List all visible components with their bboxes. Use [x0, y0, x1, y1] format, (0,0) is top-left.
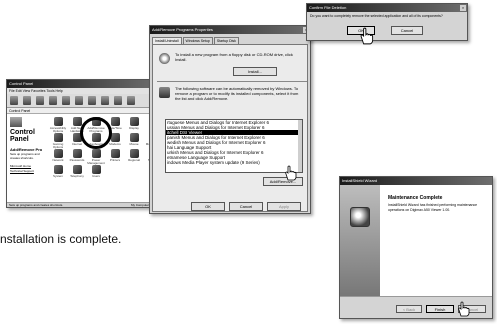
- back-icon[interactable]: [10, 96, 18, 105]
- wizard-heading: Maintenance Complete: [388, 195, 443, 201]
- cd-icon: [159, 53, 170, 64]
- cancel-button[interactable]: Cancel: [229, 202, 263, 211]
- folder-icon: [10, 117, 22, 127]
- properties-icon[interactable]: [114, 96, 122, 105]
- hand-cursor-icon: [360, 27, 374, 45]
- control-panel-item-icon[interactable]: [130, 117, 139, 126]
- confirm-dialog: Confirm File Deletion × Do you want to c…: [306, 3, 468, 41]
- control-panel-item-icon[interactable]: [130, 133, 139, 142]
- control-panel-item-icon[interactable]: [54, 117, 63, 126]
- pane-heading: Control Panel: [10, 129, 35, 143]
- status-text: Sets up programs and creates shortcuts.: [9, 203, 64, 207]
- control-panel-item-label: Printers: [109, 158, 121, 162]
- control-panel-item-label: Regional: [128, 158, 140, 162]
- wizard-body: Maintenance Complete InstallShield Wizar…: [340, 185, 492, 296]
- control-panel-title: Control Panel: [9, 81, 34, 86]
- control-panel-item-icon[interactable]: [73, 117, 82, 126]
- control-panel-item-icon[interactable]: [54, 149, 63, 158]
- caption-text: nstallation is complete.: [0, 232, 122, 246]
- wizard-side-panel: [340, 185, 380, 296]
- control-panel-item-label: Passwords: [69, 158, 85, 162]
- cut-icon[interactable]: [49, 96, 57, 105]
- highlight-circle: [80, 117, 112, 149]
- add-remove-window: Add/Remove Programs Properties × Install…: [149, 25, 311, 214]
- wizard-titlebar[interactable]: InstallShield Wizard: [340, 177, 492, 185]
- add-remove-title: Add/Remove Programs Properties: [152, 27, 213, 32]
- back-button[interactable]: < Back: [396, 305, 422, 313]
- install-wizard-window: InstallShield Wizard Maintenance Complet…: [339, 176, 493, 319]
- control-panel-item-label: Display: [129, 126, 139, 130]
- control-panel-item-label: Network: [52, 158, 64, 162]
- forward-icon[interactable]: [23, 96, 31, 105]
- confirm-cancel-button[interactable]: Cancel: [391, 26, 423, 35]
- delete-icon[interactable]: [101, 96, 109, 105]
- left-pane: Control Panel Add/Remove Programs Sets u…: [7, 114, 45, 204]
- up-icon[interactable]: [36, 96, 44, 105]
- install-button[interactable]: Install...: [233, 67, 277, 76]
- finish-button[interactable]: Finish: [426, 305, 454, 313]
- control-panel-item-icon[interactable]: [111, 133, 120, 142]
- control-panel-item-label: Mouse: [129, 142, 139, 146]
- tab-install-uninstall[interactable]: Install/Uninstall: [152, 37, 182, 44]
- apply-button[interactable]: Apply: [267, 202, 301, 211]
- hand-cursor-icon: [458, 301, 470, 317]
- hand-cursor-icon: [285, 165, 297, 181]
- control-panel-item-icon[interactable]: [54, 165, 63, 174]
- control-panel-item-icon[interactable]: [92, 149, 101, 158]
- control-panel-item-icon[interactable]: [73, 149, 82, 158]
- control-panel-titlebar[interactable]: Control Panel ×: [7, 80, 159, 88]
- control-panel-item-label: Telephony: [70, 174, 84, 178]
- control-panel-item-icon[interactable]: [130, 149, 139, 158]
- copy-icon[interactable]: [62, 96, 70, 105]
- control-panel-item-icon[interactable]: [92, 165, 101, 174]
- close-icon[interactable]: ×: [460, 5, 466, 11]
- control-panel-item-icon[interactable]: [73, 165, 82, 174]
- add-remove-titlebar[interactable]: Add/Remove Programs Properties ×: [150, 26, 310, 34]
- tab-startup-disk[interactable]: Startup Disk: [213, 37, 239, 44]
- status-right: My Computer: [130, 203, 149, 207]
- installer-icon: [350, 207, 370, 227]
- status-bar: Sets up programs and creates shortcuts. …: [7, 202, 159, 207]
- confirm-title: Confirm File Deletion: [309, 5, 347, 10]
- tab-windows-setup[interactable]: Windows Setup: [182, 37, 213, 44]
- program-list-item[interactable]: indows Media Player system update (9 Ser…: [166, 160, 302, 165]
- computer-icon: [159, 87, 170, 98]
- control-panel-item-label: Users: [92, 174, 100, 178]
- control-panel-item-icon[interactable]: [54, 133, 63, 142]
- ok-button[interactable]: OK: [191, 202, 225, 211]
- remove-desc: The following software can be automatica…: [175, 86, 299, 101]
- confirm-titlebar[interactable]: Confirm File Deletion ×: [307, 4, 467, 12]
- undo-icon[interactable]: [88, 96, 96, 105]
- link-technical-support[interactable]: Technical Support: [10, 169, 42, 174]
- control-panel-item-label: System: [52, 174, 63, 178]
- views-icon[interactable]: [127, 96, 135, 105]
- wizard-text: InstallShield Wizard has finished perfor…: [388, 203, 478, 212]
- divider: [157, 81, 307, 82]
- confirm-message: Do you want to completely remove the sel…: [310, 14, 443, 18]
- control-panel-item-icon[interactable]: [111, 117, 120, 126]
- wizard-title: InstallShield Wizard: [342, 178, 378, 183]
- install-desc: To install a new program from a floppy d…: [175, 52, 293, 62]
- tab-strip: Install/Uninstall Windows Setup Startup …: [150, 34, 310, 44]
- toolbar: [7, 94, 159, 108]
- control-panel-item-icon[interactable]: [111, 149, 120, 158]
- pane-desc: Sets up programs and creates shortcuts.: [10, 152, 40, 160]
- paste-icon[interactable]: [75, 96, 83, 105]
- tab-panel: To install a new program from a floppy d…: [152, 44, 308, 212]
